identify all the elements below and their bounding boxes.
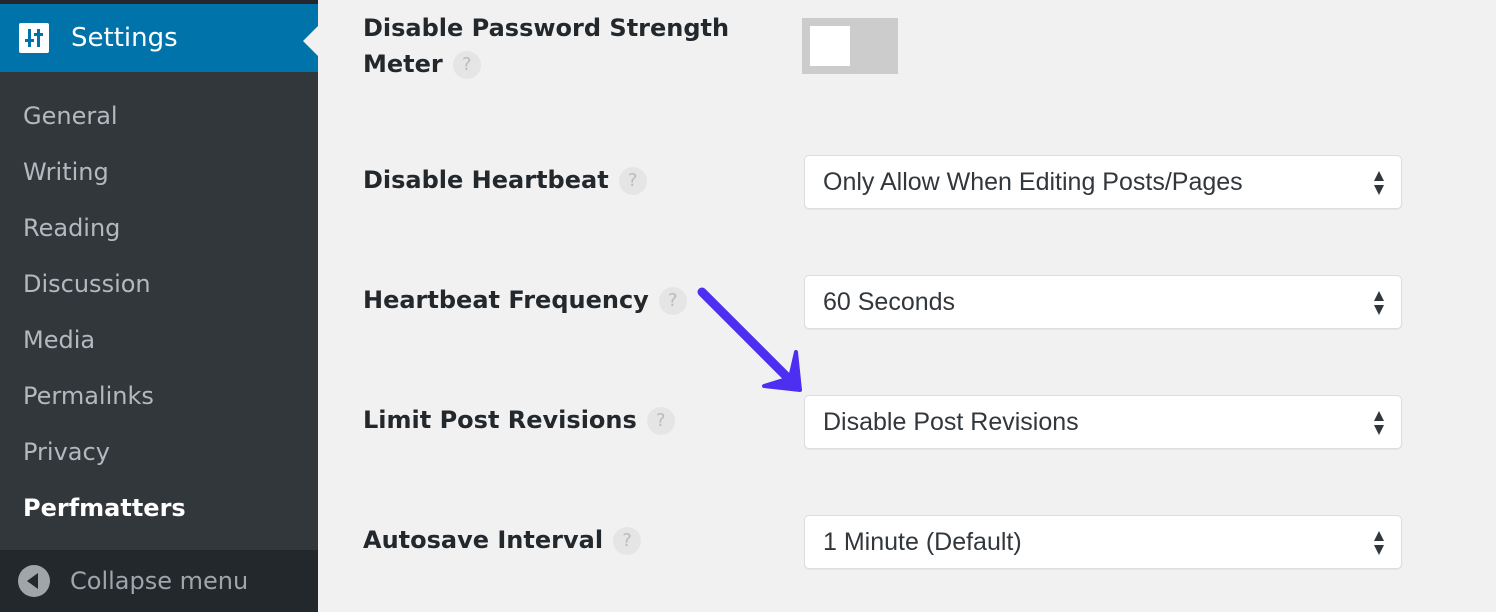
help-icon[interactable]: ? <box>613 527 642 555</box>
annotation-arrow-icon <box>697 287 802 392</box>
help-icon[interactable]: ? <box>452 51 481 79</box>
autosave-label-row: Autosave Interval? <box>363 522 642 558</box>
settings-submenu: General Writing Reading Discussion Media… <box>0 88 318 536</box>
heartbeat-select-value: Only Allow When Editing Posts/Pages <box>823 168 1243 196</box>
sidebar-item-writing[interactable]: Writing <box>0 144 318 200</box>
heartbeat-frequency-label: Heartbeat Frequency <box>363 286 649 314</box>
sidebar-item-label: Settings <box>71 23 178 53</box>
heartbeat-frequency-label-row: Heartbeat Frequency? <box>363 282 687 318</box>
autosave-select[interactable]: 1 Minute (Default) <box>804 515 1402 569</box>
admin-sidebar: Settings General Writing Reading Discuss… <box>0 0 318 612</box>
select-arrows-icon <box>1374 411 1384 435</box>
select-arrows-icon <box>1374 531 1384 555</box>
password-meter-toggle[interactable] <box>802 18 898 74</box>
password-meter-label-line1: Disable Password Strength <box>363 14 730 42</box>
collapse-menu-label: Collapse menu <box>70 567 249 595</box>
settings-sliders-icon <box>19 23 49 53</box>
post-revisions-label: Limit Post Revisions <box>363 406 637 434</box>
heartbeat-frequency-select-value: 60 Seconds <box>823 288 956 316</box>
post-revisions-select[interactable]: Disable Post Revisions <box>804 395 1402 449</box>
sidebar-item-settings[interactable]: Settings <box>0 4 318 72</box>
post-revisions-select-value: Disable Post Revisions <box>823 408 1079 436</box>
sidebar-item-discussion[interactable]: Discussion <box>0 256 318 312</box>
sidebar-item-general[interactable]: General <box>0 88 318 144</box>
collapse-menu-button[interactable]: Collapse menu <box>0 550 318 612</box>
toggle-knob <box>810 26 850 66</box>
sidebar-item-reading[interactable]: Reading <box>0 200 318 256</box>
collapse-arrow-icon <box>18 565 50 597</box>
current-menu-pointer <box>303 26 318 56</box>
help-icon[interactable]: ? <box>658 287 687 315</box>
sidebar-item-perfmatters[interactable]: Perfmatters <box>0 480 318 536</box>
heartbeat-frequency-select[interactable]: 60 Seconds <box>804 275 1402 329</box>
sidebar-item-media[interactable]: Media <box>0 312 318 368</box>
sidebar-item-privacy[interactable]: Privacy <box>0 424 318 480</box>
heartbeat-select[interactable]: Only Allow When Editing Posts/Pages <box>804 155 1402 209</box>
password-meter-label: Disable Password Strength Meter? <box>363 10 729 82</box>
select-arrows-icon <box>1374 291 1384 315</box>
autosave-select-value: 1 Minute (Default) <box>823 528 1022 556</box>
sidebar-item-permalinks[interactable]: Permalinks <box>0 368 318 424</box>
password-meter-label-line2: Meter <box>363 50 443 78</box>
heartbeat-label-row: Disable Heartbeat? <box>363 162 647 198</box>
post-revisions-label-row: Limit Post Revisions? <box>363 402 675 438</box>
help-icon[interactable]: ? <box>618 167 647 195</box>
help-icon[interactable]: ? <box>646 407 675 435</box>
select-arrows-icon <box>1374 171 1384 195</box>
heartbeat-label: Disable Heartbeat <box>363 166 609 194</box>
autosave-label: Autosave Interval <box>363 526 604 554</box>
